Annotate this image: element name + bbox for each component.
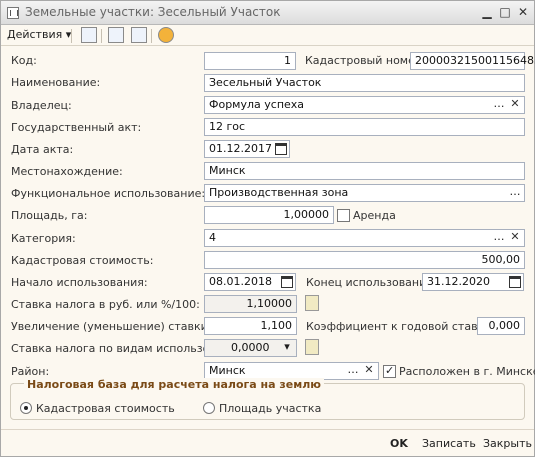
annual-coeff-label: Коэффициент к годовой ставке: bbox=[306, 320, 495, 333]
help-icon[interactable] bbox=[158, 27, 174, 43]
in-minsk-label: Расположен в г. Минске bbox=[399, 365, 535, 378]
category-label: Категория: bbox=[11, 232, 76, 245]
cadastral-input[interactable]: 200003215001156485 bbox=[410, 52, 535, 70]
cadastral-label: Кадастровый номер: bbox=[305, 54, 426, 67]
owner-clear-icon[interactable]: ✕ bbox=[508, 98, 522, 112]
cad-value-label: Кадастровая стоимость: bbox=[11, 254, 154, 267]
owner-label: Владелец: bbox=[11, 99, 72, 112]
rate-change-input[interactable]: 1,100 bbox=[204, 317, 297, 335]
calendar-icon[interactable] bbox=[281, 276, 293, 288]
end-use-label: Конец использования: bbox=[306, 276, 437, 289]
tax-rate-label: Ставка налога в руб. или %/100: bbox=[11, 298, 200, 311]
titlebar: Земельные участки: Зесельный Участок ▁ □… bbox=[1, 1, 534, 25]
calendar-icon[interactable] bbox=[509, 276, 521, 288]
window-title: Земельные участки: Зесельный Участок bbox=[25, 5, 281, 19]
area-label: Площадь, га: bbox=[11, 209, 88, 222]
state-act-label: Государственный акт: bbox=[11, 121, 142, 134]
annual-coeff-input[interactable]: 0,000 bbox=[477, 317, 525, 335]
district-label: Район: bbox=[11, 365, 50, 378]
toolbar-divider bbox=[101, 29, 102, 43]
category-clear-icon[interactable]: ✕ bbox=[508, 231, 522, 245]
dialog-window: Земельные участки: Зесельный Участок ▁ □… bbox=[0, 0, 535, 457]
district-clear-icon[interactable]: ✕ bbox=[362, 364, 376, 378]
rate-change-label: Увеличение (уменьшение) ставки: bbox=[11, 320, 212, 333]
code-label: Код: bbox=[11, 54, 37, 67]
in-minsk-checkbox[interactable] bbox=[383, 364, 396, 378]
district-select-icon[interactable]: … bbox=[346, 364, 360, 378]
calculator-icon[interactable] bbox=[305, 339, 319, 355]
radio-cadastral-value[interactable] bbox=[20, 402, 32, 414]
toolbar-divider bbox=[151, 29, 152, 43]
owner-input[interactable]: Формула успеха … ✕ bbox=[204, 96, 525, 114]
area-input[interactable]: 1,00000 bbox=[204, 206, 334, 224]
name-label: Наименование: bbox=[11, 76, 101, 89]
owner-select-icon[interactable]: … bbox=[492, 98, 506, 112]
calendar-icon[interactable] bbox=[275, 143, 287, 155]
cad-value-input[interactable]: 500,00 bbox=[204, 251, 525, 269]
close-icon[interactable]: ✕ bbox=[515, 5, 531, 21]
toolbar: Действия ▾ bbox=[1, 25, 534, 46]
title-grid-icon bbox=[7, 7, 19, 19]
end-use-input[interactable]: 31.12.2020 bbox=[422, 273, 524, 291]
radio-plot-area[interactable] bbox=[203, 402, 215, 414]
rent-label: Аренда bbox=[353, 209, 396, 222]
code-input[interactable]: 1 bbox=[204, 52, 296, 70]
location-input[interactable]: Минск bbox=[204, 162, 525, 180]
maximize-icon[interactable]: □ bbox=[497, 5, 513, 21]
function-use-select-icon[interactable]: … bbox=[508, 186, 522, 200]
location-label: Местонахождение: bbox=[11, 165, 123, 178]
function-use-label: Функциональное использование: bbox=[11, 187, 206, 200]
radio-cadastral-label: Кадастровая стоимость bbox=[36, 402, 175, 415]
act-date-label: Дата акта: bbox=[11, 143, 74, 156]
name-input[interactable]: Зесельный Участок bbox=[204, 74, 525, 92]
act-date-input[interactable]: 01.12.2017 bbox=[204, 140, 290, 158]
refresh-icon[interactable] bbox=[108, 27, 124, 43]
rate-by-use-label: Ставка налога по видам использов... bbox=[11, 342, 227, 355]
tax-rate-input[interactable]: 1,10000 bbox=[204, 295, 297, 313]
rate-by-use-select[interactable]: 0,0000 ▾ bbox=[204, 339, 297, 357]
function-use-input[interactable]: Производственная зона … bbox=[204, 184, 525, 202]
tax-base-title: Налоговая база для расчета налога на зем… bbox=[24, 378, 324, 391]
close-button[interactable]: Закрыть bbox=[483, 437, 532, 450]
actions-menu[interactable]: Действия ▾ bbox=[7, 28, 71, 41]
category-input[interactable]: 4 … ✕ bbox=[204, 229, 525, 247]
dialog-footer: OK Записать Закрыть bbox=[1, 429, 534, 457]
ok-button[interactable]: OK bbox=[390, 437, 408, 450]
calculator-icon[interactable] bbox=[305, 295, 319, 311]
start-use-input[interactable]: 08.01.2018 bbox=[204, 273, 296, 291]
write-button[interactable]: Записать bbox=[422, 437, 476, 450]
state-act-input[interactable]: 12 гос bbox=[204, 118, 525, 136]
minimize-icon[interactable]: ▁ bbox=[479, 5, 495, 21]
rent-checkbox[interactable] bbox=[337, 209, 350, 222]
category-select-icon[interactable]: … bbox=[492, 231, 506, 245]
save-record-icon[interactable] bbox=[81, 27, 97, 43]
copy-icon[interactable] bbox=[131, 27, 147, 43]
start-use-label: Начало использования: bbox=[11, 276, 148, 289]
radio-plot-area-label: Площадь участка bbox=[219, 402, 322, 415]
toolbar-divider bbox=[71, 29, 72, 43]
chevron-down-icon[interactable]: ▾ bbox=[280, 341, 294, 355]
